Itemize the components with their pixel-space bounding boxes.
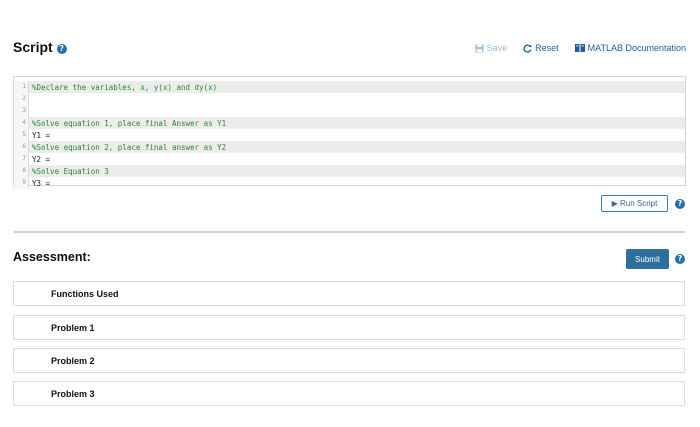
submit-label: Submit xyxy=(635,254,660,264)
section-divider xyxy=(13,231,685,233)
code-line[interactable]: 1 %Declare the variables, x, y(x) and dy… xyxy=(14,81,685,93)
matlab-documentation-link[interactable]: MATLAB Documentation xyxy=(574,43,686,53)
code-text: %Declare the variables, x, y(x) and dy(x… xyxy=(32,82,218,92)
line-number: 8 xyxy=(14,165,29,177)
assessment-item-label: Problem 2 xyxy=(51,355,95,366)
assessment-item-problem-3[interactable]: Problem 3 xyxy=(13,381,685,406)
assessment-title: Assessment: xyxy=(13,250,91,264)
editor-lines: 1 %Declare the variables, x, y(x) and dy… xyxy=(14,81,685,189)
line-number: 3 xyxy=(14,105,29,117)
code-text: %Solve Equation 3 xyxy=(32,166,109,176)
doc-label: MATLAB Documentation xyxy=(587,43,686,53)
code-line[interactable]: 6 %Solve equation 2, place final answer … xyxy=(14,141,685,153)
script-title-wrap: Script? xyxy=(13,39,67,55)
reset-button[interactable]: Reset xyxy=(523,43,559,53)
book-icon xyxy=(574,44,585,52)
save-label: Save xyxy=(486,43,508,53)
code-text: %Solve equation 1, place final Answer as… xyxy=(32,118,227,128)
assessment-item-problem-1[interactable]: Problem 1 xyxy=(13,315,685,340)
assessment-item-label: Functions Used xyxy=(51,288,119,299)
code-line[interactable]: 3 xyxy=(14,105,685,117)
code-text: Y1 = xyxy=(32,130,51,140)
submit-button[interactable]: Submit xyxy=(626,249,669,269)
floppy-disk-icon xyxy=(475,43,484,53)
question-circle-icon[interactable]: ? xyxy=(675,254,685,264)
save-button[interactable]: Save xyxy=(475,43,508,53)
line-number: 2 xyxy=(14,93,29,105)
editor-toolbar: Save Reset MATLAB Documentation xyxy=(459,43,686,53)
assessment-item-functions-used[interactable]: Functions Used xyxy=(13,281,685,306)
line-number: 4 xyxy=(14,117,29,129)
line-number: 5 xyxy=(14,129,29,141)
code-line[interactable]: 9 Y3 = xyxy=(14,177,685,189)
code-text: Y2 = xyxy=(32,154,51,164)
line-number: 7 xyxy=(14,153,29,165)
code-editor[interactable]: 1 %Declare the variables, x, y(x) and dy… xyxy=(13,76,686,189)
assessment-item-label: Problem 3 xyxy=(51,388,95,399)
run-script-label: ▶ Run Script xyxy=(611,199,658,208)
code-line[interactable]: 5 Y1 = xyxy=(14,129,685,141)
code-line[interactable]: 2 xyxy=(14,93,685,105)
line-number: 9 xyxy=(14,177,29,189)
code-line[interactable]: 8 %Solve Equation 3 xyxy=(14,165,685,177)
question-circle-icon[interactable]: ? xyxy=(56,44,67,54)
assessment-item-problem-2[interactable]: Problem 2 xyxy=(13,348,685,373)
code-line[interactable]: 7 Y2 = xyxy=(14,153,685,165)
page-title: Script xyxy=(13,39,53,55)
run-script-button[interactable]: ▶ Run Script xyxy=(601,195,668,212)
line-number: 1 xyxy=(14,81,29,93)
refresh-icon xyxy=(523,44,532,53)
question-circle-icon[interactable]: ? xyxy=(675,199,685,209)
line-number: 6 xyxy=(14,141,29,153)
code-text: %Solve equation 2, place final answer as… xyxy=(32,142,227,152)
code-line[interactable]: 4 %Solve equation 1, place final Answer … xyxy=(14,117,685,129)
script-header: Script? Save Reset MATLAB Documentation xyxy=(13,38,686,58)
assessment-item-label: Problem 1 xyxy=(51,322,95,333)
code-text: Y3 = xyxy=(32,178,51,188)
reset-label: Reset xyxy=(535,43,559,53)
